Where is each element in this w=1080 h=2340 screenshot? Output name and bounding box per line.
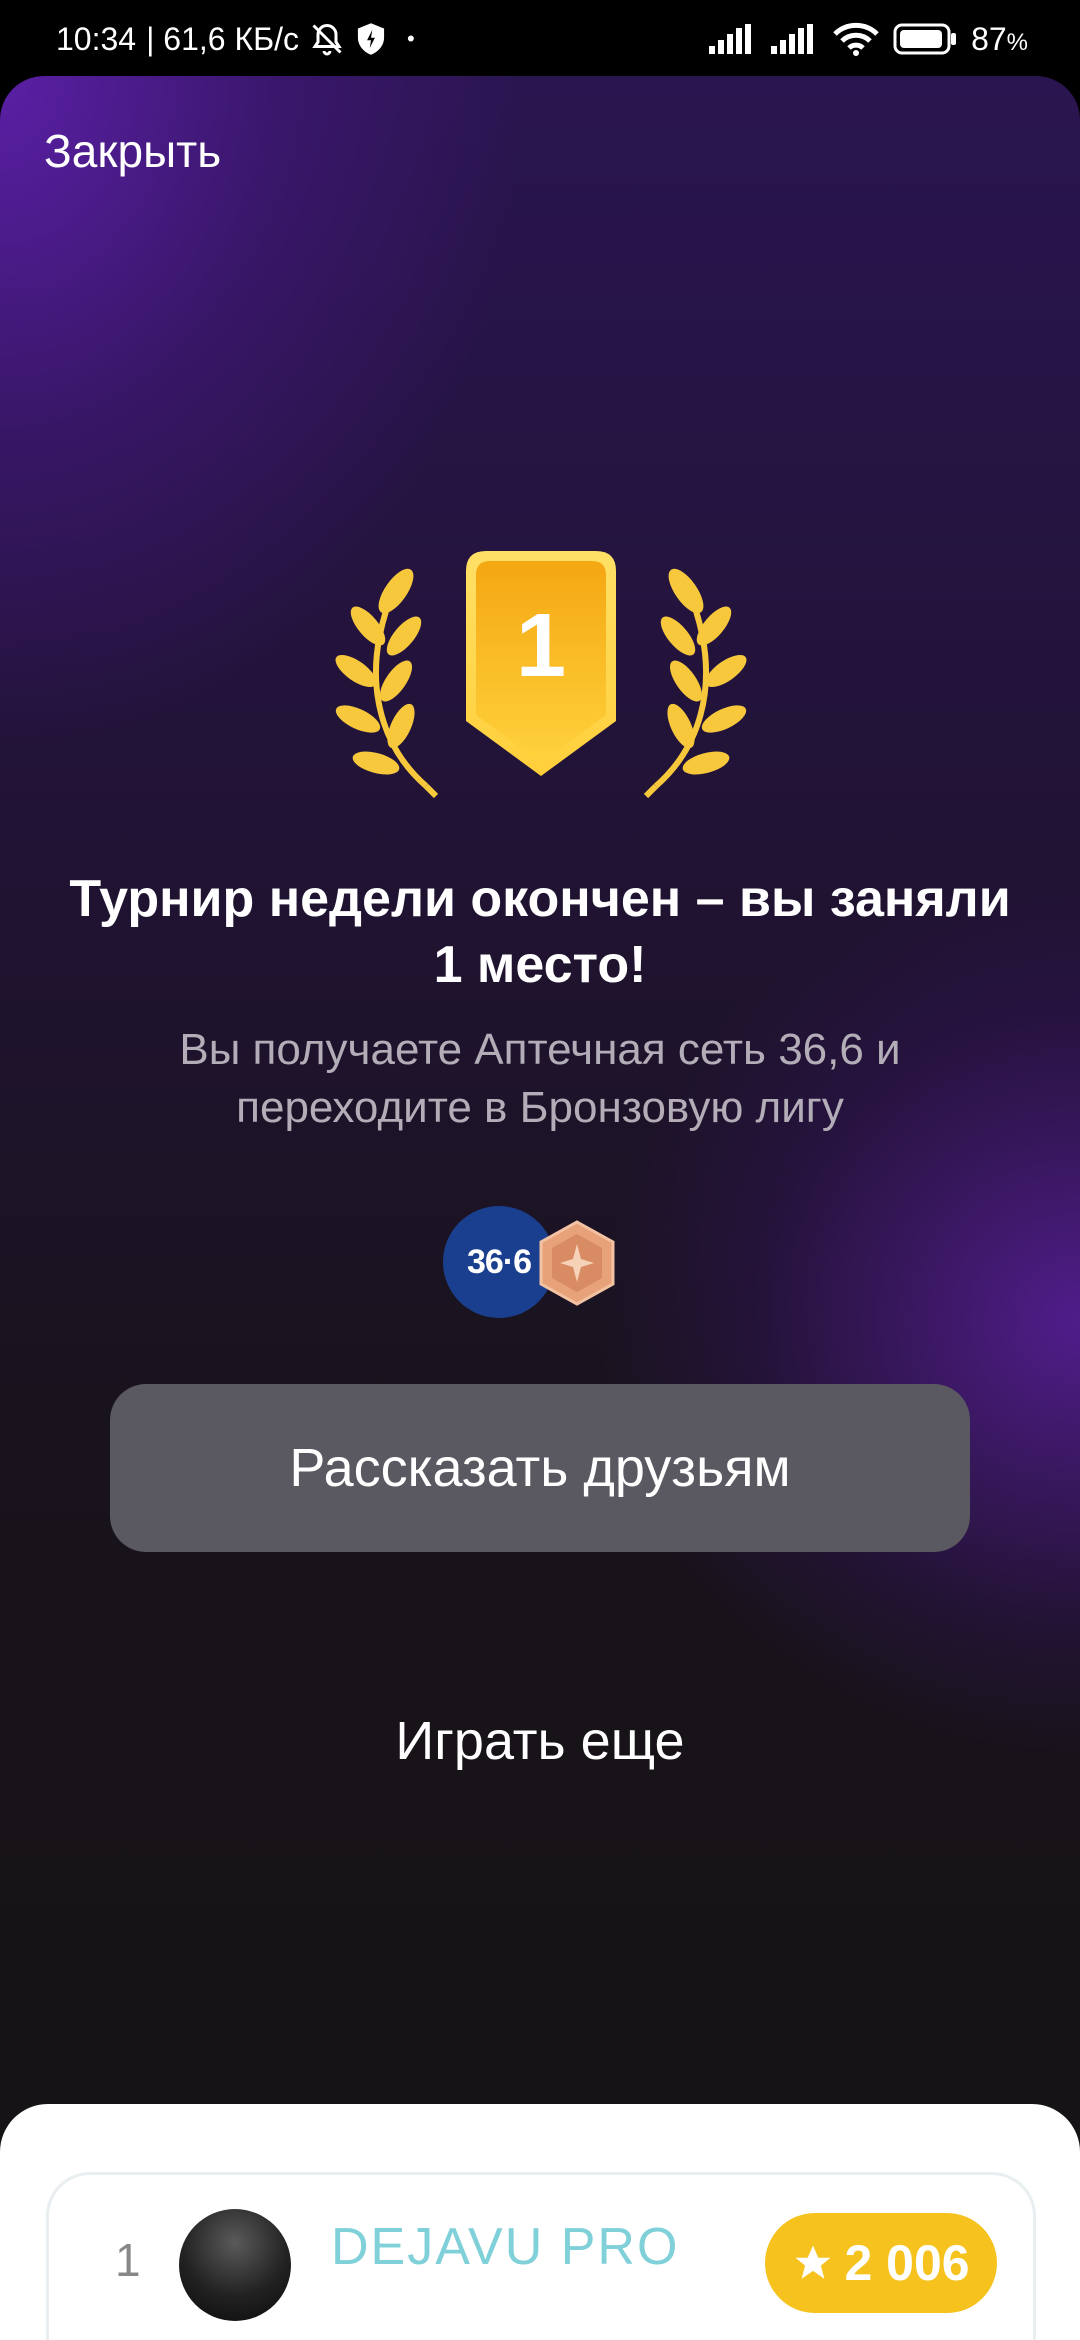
share-with-friends-button[interactable]: Рассказать друзьям bbox=[110, 1384, 970, 1552]
play-again-button[interactable]: Играть еще bbox=[110, 1696, 970, 1786]
score-badge: 2 006 bbox=[765, 2213, 997, 2313]
bell-off-icon bbox=[309, 21, 345, 57]
result-title: Турнир недели окончен – вы заняли 1 мест… bbox=[69, 870, 1011, 994]
bronze-league-icon bbox=[539, 1220, 615, 1306]
result-subtitle: Вы получаете Аптечная сеть 36,6 и перехо… bbox=[179, 1025, 901, 1132]
status-right: 87% bbox=[709, 21, 1028, 58]
leaderboard-row[interactable]: 1 DEJAVU PRO 2 006 bbox=[46, 2172, 1036, 2340]
avatar bbox=[179, 2209, 291, 2321]
shield-icon bbox=[355, 22, 387, 56]
leaderboard-username: DEJAVU PRO bbox=[331, 2218, 680, 2276]
close-button[interactable]: Закрыть bbox=[44, 124, 221, 178]
tournament-result-sheet: Закрыть 1 Турнир недели окончен – вы зан… bbox=[0, 76, 1080, 2340]
status-left: 10:34 | 61,6 КБ/с • bbox=[56, 21, 415, 58]
score-value: 2 006 bbox=[844, 2235, 970, 2291]
battery-icon bbox=[893, 23, 957, 55]
battery-level: 87% bbox=[971, 20, 1028, 57]
rewards-row: 36·6 bbox=[443, 1206, 623, 1326]
leaderboard-panel[interactable]: 1 DEJAVU PRO 2 006 bbox=[0, 2104, 1080, 2340]
wifi-icon bbox=[833, 22, 879, 56]
status-time: 10:34 bbox=[56, 20, 137, 57]
star-icon bbox=[795, 2245, 831, 2279]
status-bar: 10:34 | 61,6 КБ/с • 87% bbox=[0, 0, 1080, 78]
status-net-speed: | 61,6 КБ/с bbox=[146, 20, 299, 57]
status-dot: • bbox=[406, 26, 415, 51]
signal-icon bbox=[771, 24, 819, 54]
signal-icon bbox=[709, 24, 757, 54]
leaderboard-rank: 1 bbox=[115, 2234, 141, 2286]
place-number: 1 bbox=[515, 596, 567, 696]
